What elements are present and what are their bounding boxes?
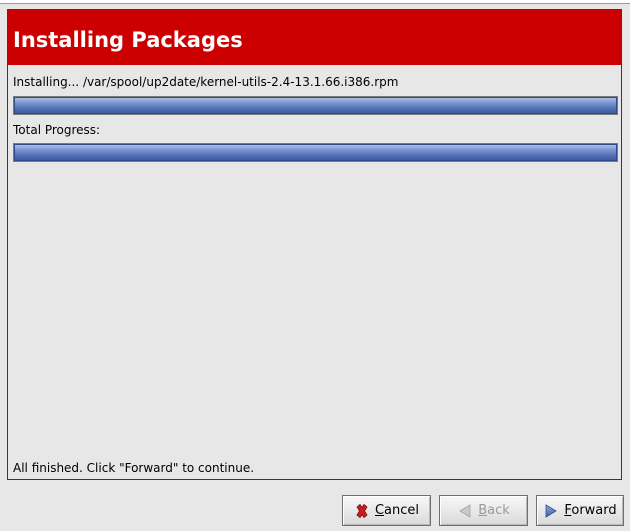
install-panel: Installing Packages Installing... /var/s…: [7, 9, 622, 480]
package-progress-fill: [14, 97, 617, 114]
x-icon: [356, 503, 368, 518]
total-progress-fill: [14, 144, 617, 161]
completion-message: All finished. Click "Forward" to continu…: [13, 461, 255, 475]
header-banner: Installing Packages: [8, 10, 621, 65]
arrow-left-icon: [459, 503, 471, 518]
total-progress-bar: [13, 143, 618, 162]
window-top-edge: [0, 0, 630, 4]
back-button-label: Back: [478, 503, 510, 518]
current-package-label: Installing... /var/spool/up2date/kernel-…: [13, 75, 399, 89]
arrow-right-icon: [545, 503, 558, 518]
cancel-button[interactable]: Cancel: [342, 495, 431, 526]
total-progress-label: Total Progress:: [13, 123, 101, 137]
forward-button[interactable]: Forward: [536, 495, 624, 526]
cancel-button-label: Cancel: [374, 503, 420, 518]
package-progress-bar: [13, 96, 618, 115]
forward-button-label: Forward: [564, 503, 617, 518]
back-button[interactable]: Back: [439, 495, 528, 526]
page-title: Installing Packages: [13, 28, 243, 52]
